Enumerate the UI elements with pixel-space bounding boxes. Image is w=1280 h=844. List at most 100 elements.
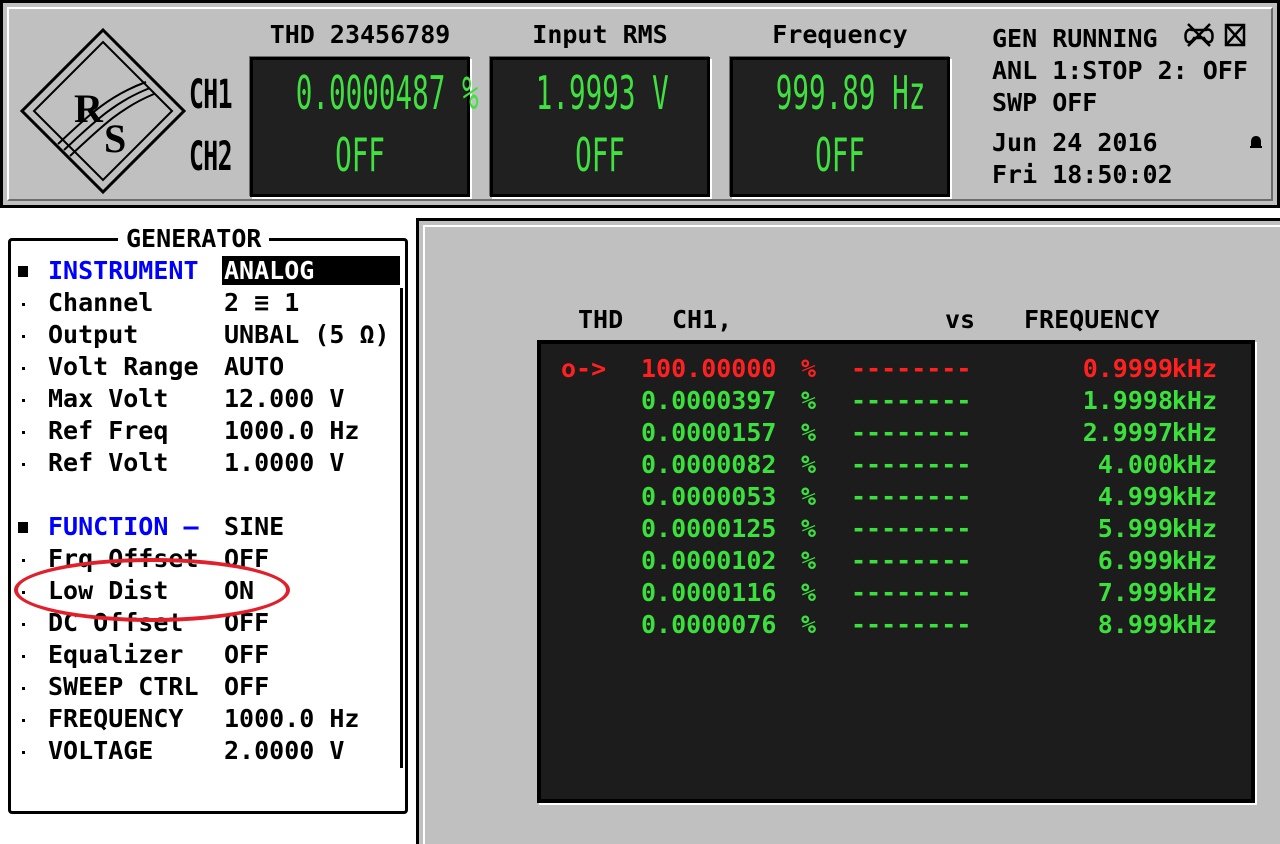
frequency-unit-cell: kHz <box>1171 482 1217 511</box>
generator-setting-label: Output <box>48 320 139 349</box>
generator-setting-label: FREQUENCY <box>48 704 184 733</box>
table-header-ch1: CH1, <box>672 305 733 334</box>
thd-unit-cell: % <box>801 386 817 415</box>
generator-setting-value[interactable]: 1.0000 V <box>224 448 344 477</box>
generator-setting-value[interactable]: OFF <box>224 640 269 669</box>
generator-setting-value[interactable]: UNBAL (5 Ω) <box>224 320 390 349</box>
generator-setting-label: Ref Volt <box>48 448 169 477</box>
generator-setting-label: Max Volt <box>48 384 169 413</box>
table-row[interactable]: 0.0000125% -------- 5.999 kHz <box>541 514 1251 546</box>
frequency-value-cell: 1.9998 <box>1082 386 1173 415</box>
thd-meter-header: THD 23456789 <box>269 20 451 49</box>
table-row[interactable]: 0.0000102% -------- 6.999 kHz <box>541 546 1251 578</box>
frequency-value-cell: 5.999 <box>1097 514 1173 543</box>
bell-icon <box>1250 136 1262 148</box>
table-row[interactable]: 0.0000076% -------- 8.999 kHz <box>541 610 1251 642</box>
rms-meter-header: Input RMS <box>532 20 668 49</box>
thd-unit-cell: % <box>801 514 817 543</box>
ch2-placeholder-cell: -------- <box>851 610 972 639</box>
freq-meter-header: Frequency <box>772 20 908 49</box>
table-header-vs: vs <box>945 305 976 334</box>
generator-setting-value[interactable]: 1000.0 Hz <box>224 416 359 445</box>
frequency-value-cell: 8.999 <box>1097 610 1173 639</box>
ch2-placeholder-cell: -------- <box>851 386 972 415</box>
frequency-unit-cell: kHz <box>1171 578 1217 607</box>
rms-meter[interactable]: 1.9993 V OFF <box>490 57 710 197</box>
generator-setting-value[interactable]: 2.0000 V <box>224 736 344 765</box>
speaker-muted-icon <box>1224 23 1246 47</box>
freq-meter[interactable]: 999.89 Hz OFF <box>730 57 950 197</box>
rs-logo: R S <box>19 27 187 195</box>
table-header-frequency: FREQUENCY <box>1024 305 1160 334</box>
ch2-placeholder-cell: -------- <box>851 418 972 447</box>
generator-setting-label: SWEEP CTRL <box>48 672 199 701</box>
generator-scrollbar[interactable] <box>400 288 403 768</box>
thd-value-cell: 0.0000076 <box>641 610 777 639</box>
swp-status: SWP OFF <box>992 88 1098 117</box>
thd-vs-frequency-table[interactable]: o-> 100.00000% -------- 0.9999 kHz 0.0000397%… <box>537 340 1255 803</box>
thd-unit-cell: % <box>801 450 817 479</box>
frequency-unit-cell: kHz <box>1171 610 1217 639</box>
thd-value-cell: 0.0000102 <box>641 546 777 575</box>
frequency-value-cell: 4.999 <box>1097 482 1173 511</box>
generator-setting-label: Low Dist <box>48 576 169 605</box>
generator-setting-value[interactable]: OFF <box>224 672 269 701</box>
table-row[interactable]: 0.0000157% -------- 2.9997 kHz <box>541 418 1251 450</box>
thd-unit-cell: % <box>801 482 817 511</box>
generator-setting-value[interactable]: 2 ≡ 1 <box>224 288 299 317</box>
generator-setting-label: Channel <box>48 288 154 317</box>
generator-setting-value[interactable]: AUTO <box>224 352 284 381</box>
ch2-label: CH2 <box>189 134 233 180</box>
table-row[interactable]: 0.0000082% -------- 4.000 kHz <box>541 450 1251 482</box>
thd-meter[interactable]: 0.0000487 % OFF <box>250 57 479 197</box>
rms-ch1-value: 1.9993 V <box>535 66 669 120</box>
thd-value-cell: 0.0000397 <box>641 386 777 415</box>
table-row[interactable]: 0.0000116% -------- 7.999 kHz <box>541 578 1251 610</box>
thd-value-cell: 0.0000082 <box>641 450 777 479</box>
generator-setting-value[interactable]: SINE <box>224 512 284 541</box>
generator-setting-value[interactable]: OFF <box>224 544 269 573</box>
frequency-value-cell: 4.000 <box>1097 450 1173 479</box>
thd-ch1-value: 0.0000487 % <box>295 66 479 120</box>
generator-setting-value[interactable]: 1000.0 Hz <box>224 704 359 733</box>
frequency-unit-cell: kHz <box>1171 386 1217 415</box>
generator-setting-value[interactable]: 12.000 V <box>224 384 344 413</box>
ch2-placeholder-cell: -------- <box>851 482 972 511</box>
ch2-placeholder-cell: -------- <box>851 546 972 575</box>
gen-status: GEN RUNNING <box>992 24 1158 53</box>
table-row[interactable]: o-> 100.00000% -------- 0.9999 kHz <box>541 354 1251 386</box>
logo-letter-r: R <box>74 86 104 131</box>
generator-setting-value[interactable]: ON <box>224 576 254 605</box>
frequency-unit-cell: kHz <box>1171 450 1217 479</box>
generator-setting-value[interactable]: OFF <box>224 608 269 637</box>
generator-setting-label: Frq Offset <box>48 544 199 573</box>
thd-ch2-value: OFF <box>335 128 385 182</box>
time-display: Fri 18:50:02 <box>992 160 1173 189</box>
ch2-placeholder-cell: -------- <box>851 514 972 543</box>
frequency-unit-cell: kHz <box>1171 354 1217 383</box>
thd-value-cell: 0.0000157 <box>641 418 777 447</box>
frequency-value-cell: 2.9997 <box>1082 418 1173 447</box>
table-row[interactable]: 0.0000397% -------- 1.9998 kHz <box>541 386 1251 418</box>
frequency-value-cell: 6.999 <box>1097 546 1173 575</box>
date-display: Jun 24 2016 <box>992 128 1158 157</box>
generator-panel-title: GENERATOR <box>118 224 270 253</box>
generator-setting-label: VOLTAGE <box>48 736 154 765</box>
frequency-unit-cell: kHz <box>1171 514 1217 543</box>
frequency-value-cell: 7.999 <box>1097 578 1173 607</box>
thd-unit-cell: % <box>801 418 817 447</box>
ch1-label: CH1 <box>189 72 233 118</box>
thd-unit-cell: % <box>801 354 817 383</box>
generator-setting-value[interactable]: ANALOG <box>222 256 400 285</box>
generator-setting-label: INSTRUMENT <box>48 256 199 285</box>
thd-value-cell: 0.0000116 <box>641 578 777 607</box>
table-row[interactable]: 0.0000053% -------- 4.999 kHz <box>541 482 1251 514</box>
table-header-thd: THD <box>578 305 624 334</box>
rms-ch2-value: OFF <box>575 128 625 182</box>
freq-ch2-value: OFF <box>815 128 865 182</box>
frequency-value-cell: 0.9999 <box>1082 354 1173 383</box>
ch2-placeholder-cell: -------- <box>851 354 972 383</box>
generator-setting-label: DC Offset <box>48 608 184 637</box>
ch2-placeholder-cell: -------- <box>851 450 972 479</box>
freq-ch1-value: 999.89 Hz <box>775 66 926 120</box>
